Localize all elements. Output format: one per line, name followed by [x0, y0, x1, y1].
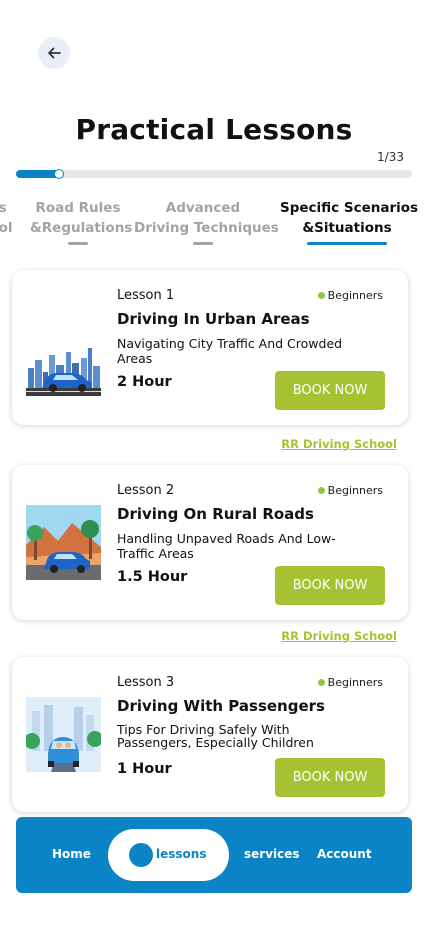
tab-indicator — [68, 242, 88, 245]
lesson-description: Handling Unpaved Roads And Low-Traffic A… — [117, 531, 336, 561]
lesson-title: Driving On Rural Roads — [117, 505, 314, 523]
tab-specific-scenarios[interactable]: Specific Scenarios &Situations — [280, 198, 418, 245]
school-link[interactable]: RR Driving School — [281, 629, 397, 643]
tab-label-line2: &Situations — [302, 220, 392, 236]
tab-label-line2: Driving Techniques — [134, 220, 279, 236]
level-dot-icon — [317, 292, 325, 299]
lessons-icon — [129, 843, 153, 867]
back-button[interactable] — [38, 37, 70, 69]
lesson-duration: 1 Hour — [117, 761, 172, 777]
lesson-duration: 1.5 Hour — [117, 569, 188, 585]
tab-label-line1: rs — [0, 200, 7, 216]
lesson-description: Tips For Driving Safely With Passengers,… — [117, 722, 314, 750]
level-badge: Beginners — [317, 484, 383, 497]
tab-label-line1: Specific Scenarios — [280, 200, 419, 216]
lesson-duration: 2 Hour — [117, 374, 172, 390]
lesson-title: Driving With Passengers — [117, 697, 325, 715]
tab-label-line2: &Regulations — [30, 220, 133, 236]
arrow-left-icon — [48, 47, 61, 59]
passengers-car-illustration — [26, 697, 101, 772]
level-label: Beginners — [327, 676, 383, 689]
level-label: Beginners — [327, 289, 383, 302]
lesson-description: Navigating City Traffic And Crowded Area… — [117, 336, 343, 366]
nav-home[interactable]: Home — [52, 847, 91, 861]
nav-lessons-label: lessons — [156, 847, 207, 861]
bottom-nav: Home lessons services Account — [16, 817, 412, 893]
lesson-title: Driving In Urban Areas — [117, 310, 310, 328]
nav-services[interactable]: services — [244, 847, 300, 861]
level-label: Beginners — [327, 484, 383, 497]
city-car-illustration — [26, 330, 101, 405]
lesson-number: Lesson 2 — [117, 483, 175, 498]
category-tabs: rs rol Road Rules &Regulations Advanced … — [0, 198, 428, 248]
lesson-card[interactable]: Lesson 2 Beginners Driving On Rural Road… — [12, 465, 408, 620]
school-link[interactable]: RR Driving School — [281, 437, 397, 451]
level-badge: Beginners — [317, 289, 383, 302]
progress-bar — [16, 169, 412, 179]
nav-lessons[interactable]: lessons — [108, 829, 229, 881]
nav-account[interactable]: Account — [317, 847, 372, 861]
rural-car-illustration — [26, 505, 101, 580]
book-now-button[interactable]: BOOK NOW — [275, 758, 385, 797]
progress-knob — [53, 169, 64, 179]
page-title: Practical Lessons — [75, 113, 353, 146]
lesson-number: Lesson 3 — [117, 675, 175, 690]
tab-indicator — [193, 242, 213, 245]
level-dot-icon — [317, 487, 325, 494]
lesson-counter: 1/33 — [377, 150, 404, 164]
level-badge: Beginners — [317, 676, 383, 689]
tab-label-line1: Advanced — [165, 200, 241, 216]
lesson-number: Lesson 1 — [117, 288, 175, 303]
tab-previous[interactable]: rs rol — [0, 198, 13, 238]
tab-label-line2: rol — [0, 220, 13, 236]
book-now-button[interactable]: BOOK NOW — [275, 566, 385, 605]
tab-indicator-active — [307, 242, 387, 245]
tab-road-rules[interactable]: Road Rules &Regulations — [30, 198, 132, 245]
tab-advanced-driving[interactable]: Advanced Driving Techniques — [134, 198, 279, 245]
lesson-card[interactable]: Lesson 1 Beginners Driving In Urban Area… — [12, 270, 408, 425]
tab-label-line1: Road Rules — [35, 200, 121, 216]
book-now-button[interactable]: BOOK NOW — [275, 371, 385, 410]
lesson-card[interactable]: Lesson 3 Beginners Driving With Passenge… — [12, 657, 408, 812]
level-dot-icon — [317, 679, 325, 686]
